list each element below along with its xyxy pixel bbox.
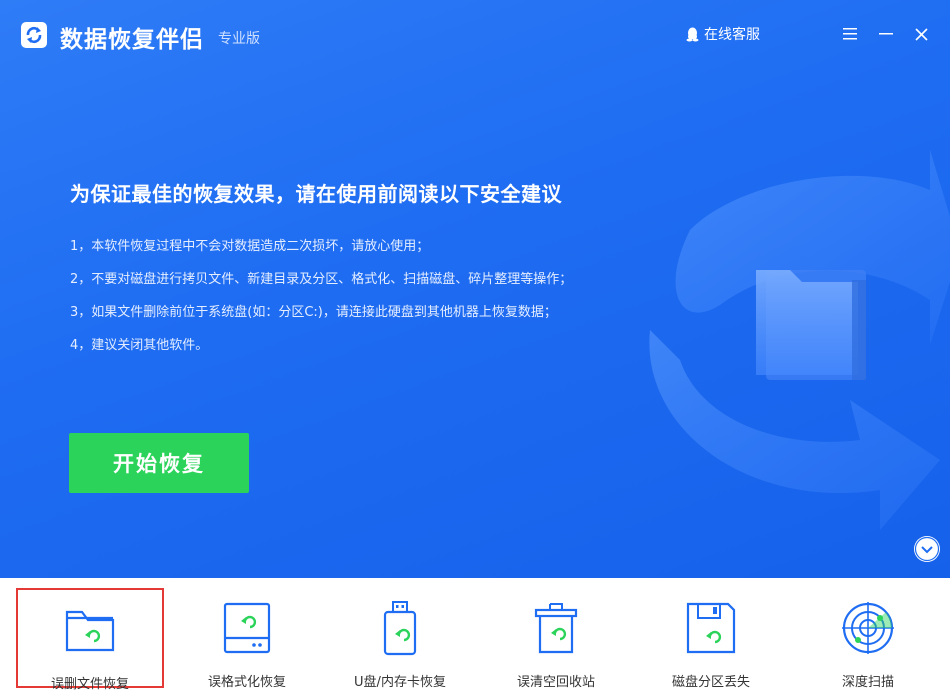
tool-label: 深度扫描 [841, 675, 894, 690]
tool-format-recovery[interactable]: 误格式化恢复 [173, 588, 321, 690]
minimize-button[interactable] [874, 22, 898, 46]
edition-label: 专业版 [218, 31, 260, 47]
tool-usb-card-recovery[interactable]: U盘/内存卡恢复 [326, 588, 474, 690]
menu-icon [843, 28, 857, 40]
tip-item: 1，本软件恢复过程中不会对数据造成二次损坏，请放心使用； [70, 239, 430, 254]
start-recovery-button[interactable]: 开始恢复 [69, 433, 249, 493]
radar-scan-icon [842, 602, 894, 654]
tool-recycle-bin-recovery[interactable]: 误清空回收站 [482, 588, 630, 690]
close-button[interactable] [909, 22, 933, 46]
recovery-arrows-folder-icon [649, 150, 950, 530]
tool-label: U盘/内存卡恢复 [354, 675, 446, 690]
online-service-link[interactable]: 在线客服 [686, 24, 760, 44]
tip-item: 4，建议关闭其他软件。 [70, 338, 209, 353]
drive-recover-icon [223, 602, 271, 654]
title-bar: 数据恢复伴侣 专业版 在线客服 [0, 0, 950, 70]
tip-item: 2，不要对磁盘进行拷贝文件、新建目录及分区、格式化、扫描磁盘、碎片整理等操作； [70, 272, 573, 287]
tool-partition-lost[interactable]: 磁盘分区丢失 [637, 588, 785, 690]
folder-recover-icon [65, 610, 115, 652]
recycle-bin-recover-icon [534, 603, 578, 654]
minimize-icon [879, 33, 893, 35]
tool-label: 误删文件恢复 [50, 677, 129, 692]
tip-item: 3，如果文件删除前位于系统盘(如：分区C:)，请连接此硬盘到其他机器上恢复数据； [70, 305, 557, 320]
close-icon [914, 27, 928, 41]
qq-penguin-icon [686, 27, 699, 41]
app-window: 数据恢复伴侣 专业版 在线客服 为保证最佳的恢复效果，请在使用前阅读以下安全建议… [0, 0, 950, 700]
menu-button[interactable] [838, 22, 862, 46]
floppy-recover-icon [686, 602, 736, 654]
safety-headline: 为保证最佳的恢复效果，请在使用前阅读以下安全建议 [70, 182, 562, 206]
safety-tips-list: 1，本软件恢复过程中不会对数据造成二次损坏，请放心使用； 2，不要对磁盘进行拷贝… [70, 238, 572, 370]
recovery-mode-toolbar: 误删文件恢复 误格式化恢复 U盘/内存卡恢复 误清空回收站 磁盘分区丢失 深度扫… [0, 578, 950, 700]
online-service-label: 在线客服 [704, 27, 760, 43]
hero-panel: 数据恢复伴侣 专业版 在线客服 为保证最佳的恢复效果，请在使用前阅读以下安全建议… [0, 0, 950, 578]
app-logo-icon [21, 22, 47, 48]
usb-recover-icon [383, 601, 417, 656]
tool-label: 磁盘分区丢失 [671, 675, 750, 690]
app-title: 数据恢复伴侣 [60, 27, 204, 53]
chevron-down-icon [914, 536, 940, 562]
tool-deep-scan[interactable]: 深度扫描 [794, 588, 942, 690]
collapse-toggle[interactable] [914, 536, 940, 562]
tool-deleted-file-recovery[interactable]: 误删文件恢复 [16, 588, 164, 692]
tool-label: 误格式化恢复 [207, 675, 286, 690]
tool-label: 误清空回收站 [516, 675, 595, 690]
